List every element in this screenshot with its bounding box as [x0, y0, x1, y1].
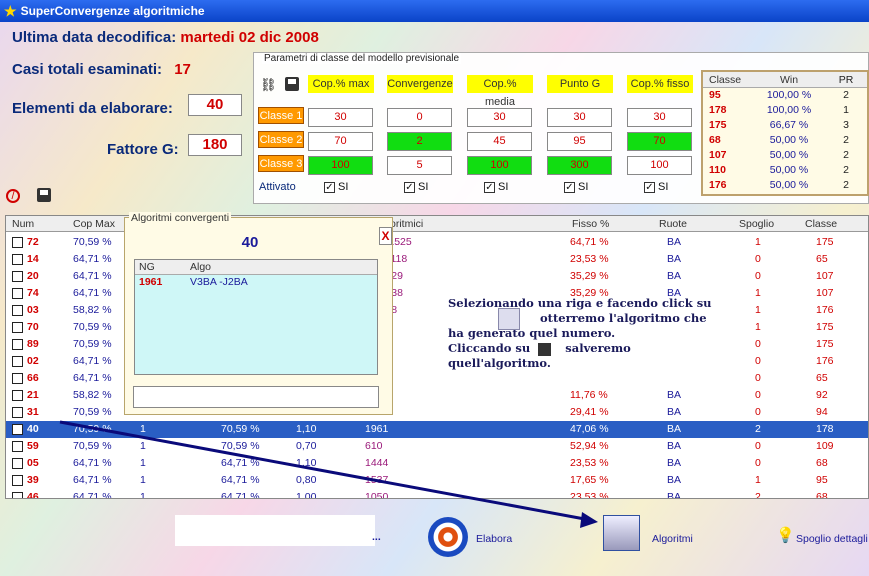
- target-icon[interactable]: [428, 517, 468, 557]
- arrow-overlay: [59, 420, 598, 528]
- elabora-button[interactable]: Elabora: [476, 533, 512, 545]
- more-button[interactable]: ...: [372, 531, 381, 543]
- algoritmi-button[interactable]: Algoritmi: [652, 533, 693, 545]
- algoritmi-icon[interactable]: [603, 515, 640, 551]
- bottom-toolbar: ... Elabora Algoritmi 💡 Spoglio dettagli: [0, 500, 869, 576]
- spoglio-button[interactable]: Spoglio dettagli: [796, 533, 868, 545]
- lightbulb-icon[interactable]: 💡: [776, 526, 795, 544]
